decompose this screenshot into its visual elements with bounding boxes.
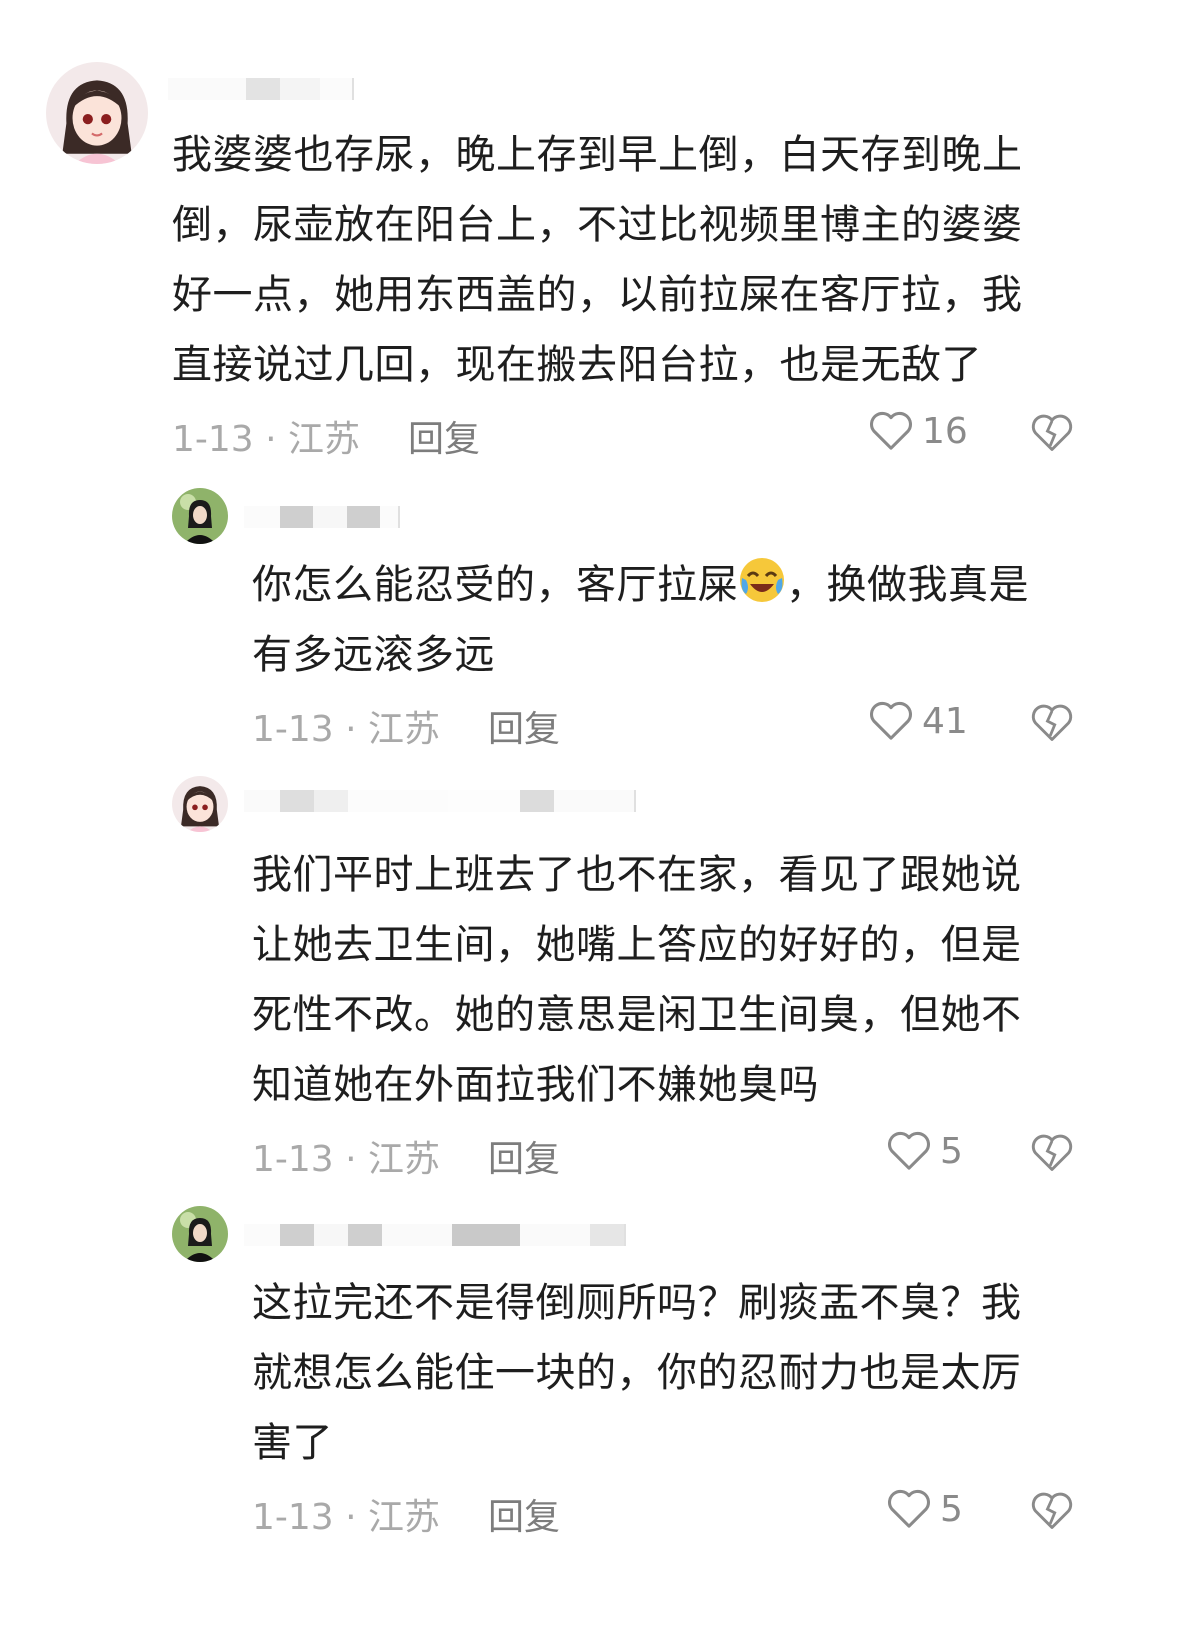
- heart-icon: [870, 701, 912, 740]
- comment-2: 你怎么能忍受的，客厅拉屎 ，换做我真是 有多远滚多远 1-13 · 江苏 回复 4…: [0, 470, 1178, 760]
- dislike-icon[interactable]: [1030, 1490, 1074, 1532]
- comment-1: 我婆婆也存尿，晚上存到早上倒，白天存到晚上 倒，尿壶放在阳台上，不过比视频里博主…: [0, 0, 1178, 470]
- date-location: 1-13 · 江苏: [172, 419, 361, 460]
- crying-laughing-emoji: [740, 558, 784, 602]
- username-redacted: [244, 500, 400, 534]
- avatar[interactable]: [172, 488, 228, 544]
- like-count: 16: [922, 410, 968, 452]
- reply-button[interactable]: 回复: [408, 410, 480, 462]
- heart-icon: [888, 1131, 930, 1170]
- like-button[interactable]: 41: [868, 700, 968, 742]
- username-redacted: [244, 784, 636, 818]
- avatar[interactable]: [172, 776, 228, 832]
- reply-button[interactable]: 回复: [488, 1488, 560, 1540]
- username-redacted: [168, 72, 354, 106]
- like-count: 5: [940, 1130, 963, 1172]
- like-button[interactable]: 5: [886, 1488, 963, 1530]
- comment-text: 你怎么能忍受的，客厅拉屎 ，换做我真是 有多远滚多远: [252, 550, 1132, 690]
- comment-meta: 1-13 · 江苏 回复: [252, 1130, 560, 1182]
- comment-4: 这拉完还不是得倒厕所吗？刷痰盂不臭？我 就想怎么能住一块的，你的忍耐力也是太厉 …: [0, 1200, 1178, 1643]
- like-button[interactable]: 5: [886, 1130, 963, 1172]
- date-location: 1-13 · 江苏: [252, 709, 441, 750]
- comment-text: 我婆婆也存尿，晚上存到早上倒，白天存到晚上 倒，尿壶放在阳台上，不过比视频里博主…: [172, 132, 1023, 388]
- comment-text: 这拉完还不是得倒厕所吗？刷痰盂不臭？我 就想怎么能住一块的，你的忍耐力也是太厉 …: [252, 1280, 1022, 1466]
- comment-meta: 1-13 · 江苏 回复: [252, 700, 560, 752]
- dislike-icon[interactable]: [1030, 1132, 1074, 1174]
- reply-button[interactable]: 回复: [488, 700, 560, 752]
- reply-button[interactable]: 回复: [488, 1130, 560, 1182]
- avatar[interactable]: [46, 62, 148, 164]
- date-location: 1-13 · 江苏: [252, 1497, 441, 1538]
- heart-icon: [870, 411, 912, 450]
- like-count: 5: [940, 1488, 963, 1530]
- dislike-icon[interactable]: [1030, 702, 1074, 744]
- date-location: 1-13 · 江苏: [252, 1139, 441, 1180]
- like-count: 41: [922, 700, 968, 742]
- comment-meta: 1-13 · 江苏 回复: [252, 1488, 560, 1540]
- username-redacted: [244, 1218, 636, 1252]
- like-button[interactable]: 16: [868, 410, 968, 452]
- heart-icon: [888, 1489, 930, 1528]
- comment-meta: 1-13 · 江苏 回复: [172, 410, 480, 462]
- comment-3: 我们平时上班去了也不在家，看见了跟她说 让她去卫生间，她嘴上答应的好好的，但是 …: [0, 760, 1178, 1200]
- avatar[interactable]: [172, 1206, 228, 1262]
- dislike-icon[interactable]: [1030, 412, 1074, 454]
- comment-text: 我们平时上班去了也不在家，看见了跟她说 让她去卫生间，她嘴上答应的好好的，但是 …: [252, 852, 1022, 1108]
